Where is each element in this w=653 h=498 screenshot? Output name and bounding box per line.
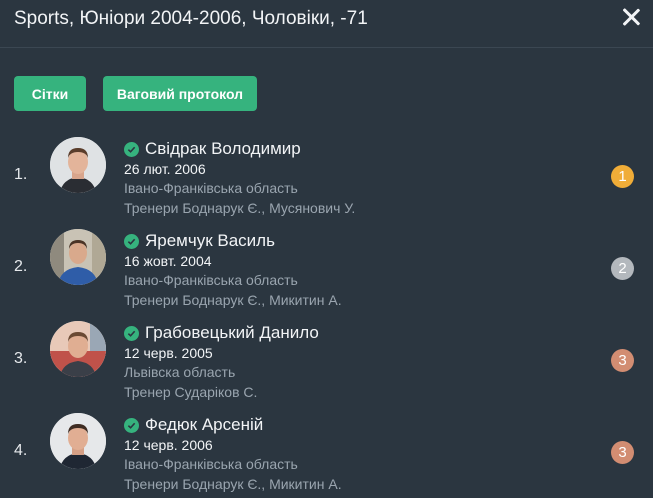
athlete-info: Федюк Арсеній 12 черв. 2006 Івано-Франкі… (124, 414, 342, 494)
rank-number: 3. (14, 350, 28, 367)
birth-date: 16 жовт. 2004 (124, 253, 212, 269)
weight-protocol-button[interactable]: Ваговий протокол (103, 76, 257, 111)
place-badge: 3 (611, 441, 634, 464)
region: Івано-Франківська область (124, 272, 298, 288)
region: Івано-Франківська область (124, 180, 298, 196)
athlete-name[interactable]: Яремчук Василь (145, 231, 275, 251)
region: Львівска область (124, 364, 236, 380)
athlete-list: 1. Свідрак Володимир 26 лют. 2006 Івано-… (0, 130, 653, 498)
check-circle-icon (124, 325, 139, 341)
check-circle-icon (124, 417, 139, 433)
modal-title: Sports, Юніори 2004-2006, Чоловіки, -71 (14, 8, 368, 29)
athlete-info: Грабовецький Данило 12 черв. 2005 Львівс… (124, 322, 319, 402)
athlete-info: Яремчук Василь 16 жовт. 2004 Івано-Франк… (124, 230, 342, 310)
rank-number: 2. (14, 258, 28, 275)
athlete-row[interactable]: 3. Грабовецький Данило 12 черв. 2005 Льв… (0, 314, 653, 406)
check-circle-icon (124, 233, 139, 249)
athlete-row[interactable]: 1. Свідрак Володимир 26 лют. 2006 Івано-… (0, 130, 653, 222)
coaches: Тренери Боднарук Є., Микитин А. (124, 292, 342, 308)
region: Івано-Франківська область (124, 456, 298, 472)
avatar (50, 137, 106, 193)
place-badge: 1 (611, 165, 634, 188)
birth-date: 12 черв. 2005 (124, 345, 213, 361)
athlete-info: Свідрак Володимир 26 лют. 2006 Івано-Фра… (124, 138, 355, 218)
avatar (50, 321, 106, 377)
birth-date: 26 лют. 2006 (124, 161, 206, 177)
athlete-name[interactable]: Свідрак Володимир (145, 139, 301, 159)
close-icon[interactable] (619, 5, 643, 29)
action-buttons: Сітки Ваговий протокол (14, 76, 257, 111)
avatar (50, 413, 106, 469)
athlete-row[interactable]: 2. Яремчук Василь 16 жовт. 2004 Івано-Фр… (0, 222, 653, 314)
birth-date: 12 черв. 2006 (124, 437, 213, 453)
modal-header: Sports, Юніори 2004-2006, Чоловіки, -71 (0, 0, 653, 48)
check-circle-icon (124, 141, 139, 157)
place-badge: 2 (611, 257, 634, 280)
coaches: Тренери Боднарук Є., Микитин А. (124, 476, 342, 492)
grids-button[interactable]: Сітки (14, 76, 86, 111)
athlete-name[interactable]: Федюк Арсеній (145, 415, 263, 435)
athlete-name[interactable]: Грабовецький Данило (145, 323, 319, 343)
coaches: Тренери Боднарук Є., Мусянович У. (124, 200, 356, 216)
place-badge: 3 (611, 349, 634, 372)
athlete-row[interactable]: 4. Федюк Арсеній 12 черв. 2006 Івано-Фра… (0, 406, 653, 498)
avatar (50, 229, 106, 285)
rank-number: 1. (14, 166, 28, 183)
rank-number: 4. (14, 442, 28, 459)
coaches: Тренер Сударіков С. (124, 384, 258, 400)
